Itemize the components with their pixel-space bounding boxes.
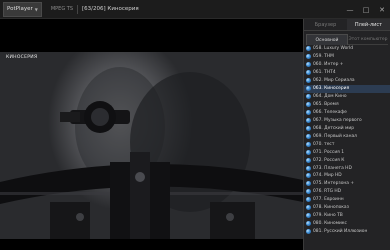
channel-item[interactable]: 062. Мир Сериала [304,77,390,85]
channel-label: 068. Детский мир [313,125,354,131]
title-separator [77,4,79,14]
channel-label: 059. ТНМ [313,54,334,60]
channel-item[interactable]: 067. Музыка первого [304,116,390,124]
tab-playlist[interactable]: Плей-лист [347,19,390,30]
channel-label: 077. Евроинн [313,197,344,203]
channel-globe-icon [306,181,311,187]
playlist-panel: Браузер Плей-лист Основной Этот компьюте… [303,19,390,250]
channel-label: 073. Планета HD [313,165,352,171]
channel-item[interactable]: 072. Россия К [304,156,390,164]
channel-globe-icon [306,133,311,139]
channel-globe-icon [306,229,311,235]
maximize-button[interactable]: □ [358,1,374,19]
channel-item[interactable]: 075. Интерзона + [304,180,390,188]
channel-globe-icon [306,78,311,84]
channel-globe-icon [306,165,311,171]
channel-item[interactable]: 063. Киносерия [304,84,390,93]
channel-item[interactable]: 074. Мир HD [304,172,390,180]
channel-globe-icon [306,125,311,131]
channel-globe-icon [306,62,311,68]
channel-item[interactable]: 064. Дом Кино [304,93,390,101]
channel-label: 080. Киномикс [313,221,347,227]
title-bar: PotPlayer ▼ MPEG TS [63/206] Киносерия —… [0,0,390,19]
channel-globe-icon [306,70,311,76]
channel-item[interactable]: 077. Евроинн [304,196,390,204]
tab-browser[interactable]: Браузер [304,19,347,30]
channel-globe-icon [306,189,311,195]
channel-item[interactable]: 066. Телекафе [304,109,390,117]
app-name: PotPlayer [7,6,33,12]
channel-globe-icon [306,205,311,211]
channel-item[interactable]: 058. Luxury World [304,45,390,53]
channel-globe-icon [306,157,311,163]
window-title: [63/206] Киносерия [82,6,139,12]
video-area[interactable]: КИНОСЕРИЯ [0,19,303,250]
channel-label: 060. Интер + [313,62,344,68]
channel-label: 079. Кино ТВ [313,213,343,219]
channel-item[interactable]: 061. ТНТ4 [304,69,390,77]
channel-label: 081. Русский Иллюзион [313,229,368,235]
channel-label: 061. ТНТ4 [313,70,336,76]
channel-globe-icon [306,109,311,115]
channel-globe-icon [306,102,311,108]
stream-format: MPEG TS [50,6,74,12]
channel-item[interactable]: 069. Первый канал [304,132,390,140]
channel-label: 078. Кинопоказ [313,205,349,211]
channel-item[interactable]: 076. RTG HD [304,188,390,196]
channel-label: 072. Россия К [313,157,345,163]
channel-label: 064. Дом Кино [313,94,347,100]
video-frame[interactable]: КИНОСЕРИЯ [0,52,303,239]
channel-list[interactable]: 058. Luxury World 059. ТНМ 060. Интер + 061… [304,45,390,250]
channel-item[interactable]: 068. Детский мир [304,124,390,132]
channel-globe-icon [306,54,311,60]
channel-globe-icon [306,141,311,147]
channel-label: 058. Luxury World [313,46,354,52]
channel-label: 070. тест [313,141,335,147]
channel-globe-icon [306,173,311,179]
channel-item[interactable]: 079. Кино ТВ [304,212,390,220]
channel-globe-icon [306,197,311,203]
channel-label: 065. Время [313,102,339,108]
video-scene [0,67,303,239]
channel-item[interactable]: 081. Русский Иллюзион [304,228,390,236]
app-menu-button[interactable]: PotPlayer ▼ [3,1,42,17]
channel-label: 063. Киносерия [313,86,350,92]
channel-item[interactable]: 065. Время [304,101,390,109]
channel-item[interactable]: 060. Интер + [304,61,390,69]
channel-item[interactable]: 073. Планета HD [304,164,390,172]
channel-label: 069. Первый канал [313,133,357,139]
channel-item[interactable]: 070. тест [304,140,390,148]
channel-globe-icon [306,86,311,92]
channel-label: 066. Телекафе [313,109,347,115]
channel-item[interactable]: 059. ТНМ [304,53,390,61]
channel-label: 076. RTG HD [313,189,342,195]
playlist-subtabs: Основной Этот компьютер [304,34,390,45]
channel-globe-icon [306,94,311,100]
dropdown-arrow-icon: ▼ [34,6,38,12]
channel-item[interactable]: 071. Россия 1 [304,148,390,156]
channel-item[interactable]: 078. Кинопоказ [304,204,390,212]
channel-label: 071. Россия 1 [313,149,345,155]
channel-globe-icon [306,213,311,219]
channel-label: 075. Интерзона + [313,181,355,187]
channel-logo: КИНОСЕРИЯ [6,55,38,60]
close-button[interactable]: ✕ [374,1,390,19]
subtab-main[interactable]: Основной [306,34,348,45]
channel-item[interactable]: 080. Киномикс [304,220,390,228]
channel-globe-icon [306,149,311,155]
channel-globe-icon [306,117,311,123]
channel-label: 074. Мир HD [313,173,342,179]
window-controls: — □ ✕ [342,0,390,19]
channel-label: 067. Музыка первого [313,117,362,123]
minimize-button[interactable]: — [342,1,358,19]
panel-tabs: Браузер Плей-лист [304,19,390,31]
channel-globe-icon [306,46,311,52]
channel-globe-icon [306,221,311,227]
channel-label: 062. Мир Сериала [313,78,355,84]
subtab-this-computer[interactable]: Этот компьютер [348,34,388,45]
